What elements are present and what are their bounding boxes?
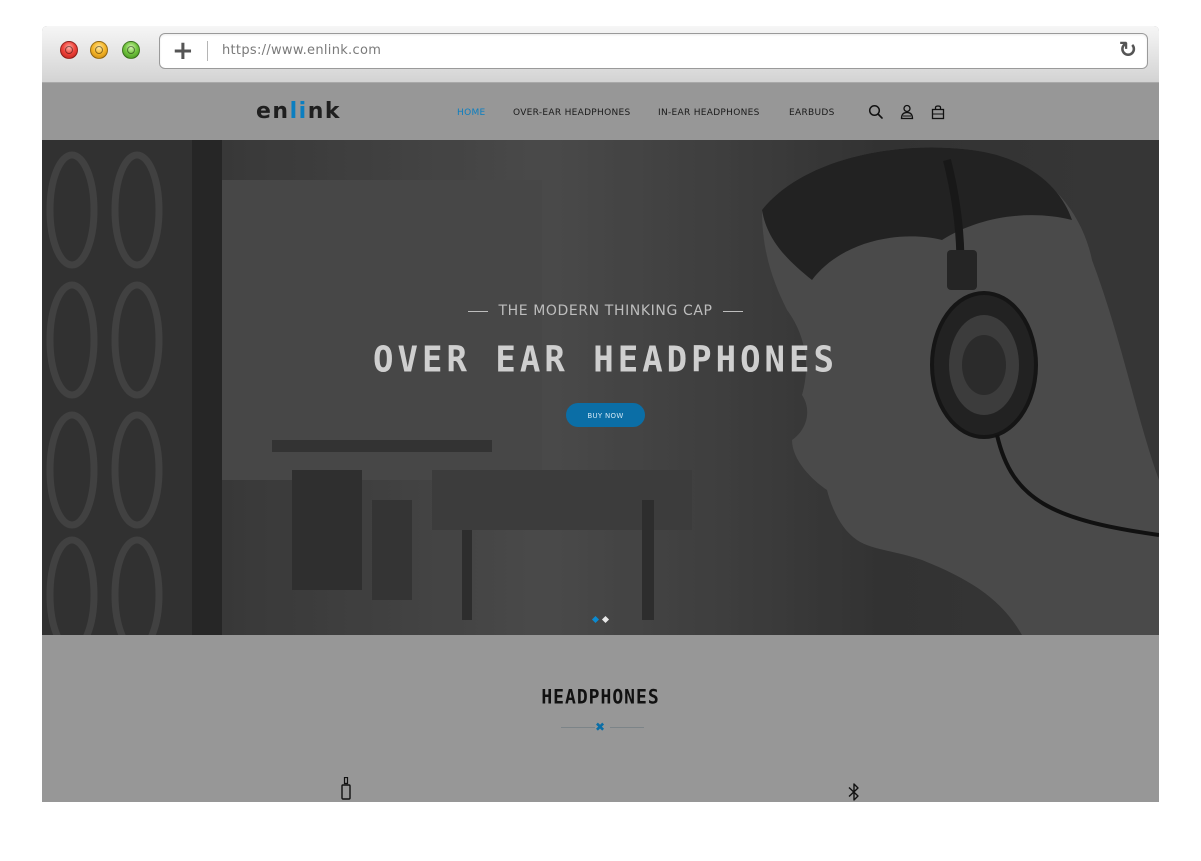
browser-window: + https://www.enlink.com ↻ enlink HOME O…: [42, 26, 1159, 802]
maximize-window-button[interactable]: [122, 41, 140, 59]
plus-icon[interactable]: +: [172, 37, 194, 65]
hero-overlay: [42, 140, 1159, 635]
minimize-window-button[interactable]: [90, 41, 108, 59]
hero-subtitle-text: THE MODERN THINKING CAP: [498, 303, 713, 319]
nav-item-in-ear-headphones[interactable]: IN-EAR HEADPHONES: [658, 108, 760, 118]
logo-text-prefix: en: [256, 99, 290, 124]
reload-icon[interactable]: ↻: [1119, 38, 1137, 64]
nav-item-earbuds[interactable]: EARBUDS: [789, 108, 835, 118]
section-title: HEADPHONES: [541, 685, 660, 710]
audio-jack-icon: [341, 777, 351, 800]
address-bar-divider: [207, 41, 208, 61]
logo[interactable]: enlink: [256, 99, 341, 124]
search-icon[interactable]: [867, 103, 885, 121]
hero-subtitle: THE MODERN THINKING CAP: [42, 303, 1159, 319]
nav-item-home[interactable]: HOME: [457, 108, 486, 118]
logo-text-suffix: nk: [307, 99, 341, 124]
user-icon[interactable]: [898, 103, 916, 121]
url-text[interactable]: https://www.enlink.com: [222, 43, 381, 58]
site-header: enlink HOME OVER-EAR HEADPHONES IN-EAR H…: [42, 83, 1159, 140]
close-icon: ✖: [595, 720, 606, 734]
hero-slider: THE MODERN THINKING CAP OVER EAR HEADPHO…: [42, 140, 1159, 635]
bluetooth-icon: [848, 783, 859, 801]
separator-line-left: [561, 727, 595, 728]
address-bar[interactable]: + https://www.enlink.com ↻: [159, 33, 1148, 69]
buy-now-button[interactable]: BUY NOW: [566, 403, 645, 427]
shopping-bag-icon[interactable]: [929, 103, 947, 121]
separator-line-right: [610, 727, 644, 728]
logo-text-accent: li: [289, 99, 308, 124]
subtitle-dash-right: [722, 310, 743, 312]
browser-toolbar: + https://www.enlink.com ↻: [42, 26, 1159, 83]
close-window-button[interactable]: [60, 41, 78, 59]
hero-title: OVER EAR HEADPHONES: [373, 339, 838, 381]
subtitle-dash-left: [468, 310, 489, 312]
nav-item-over-ear-headphones[interactable]: OVER-EAR HEADPHONES: [513, 108, 631, 118]
headphones-section: HEADPHONES ✖: [42, 635, 1159, 802]
